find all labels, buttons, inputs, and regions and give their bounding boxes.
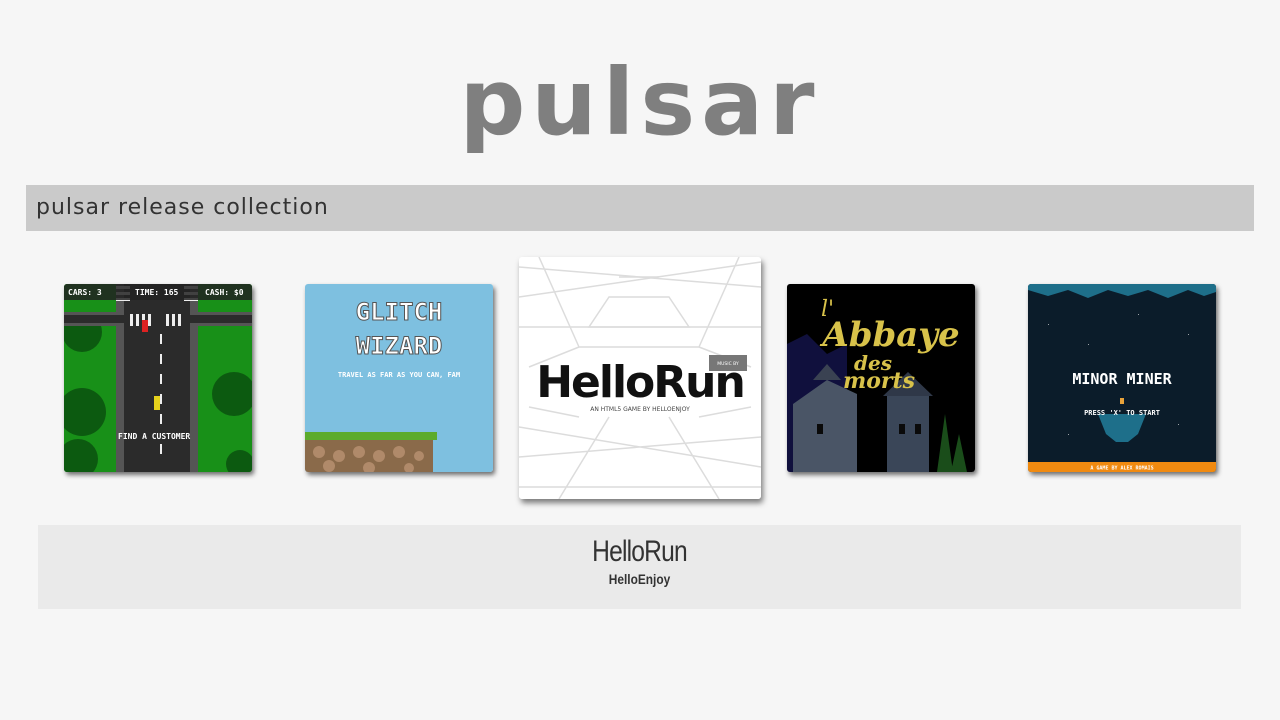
minor-miner-prompt: PRESS 'X' TO START: [1084, 409, 1160, 417]
taxi-game-cover: CARS: 3 TIME: 165 CASH: $0 FIND A CUSTOM…: [64, 284, 252, 472]
game-tile-abbaye[interactable]: l' Abbaye des morts: [787, 284, 975, 472]
collection-title: pulsar release collection: [36, 195, 329, 220]
game-tile-hellorun[interactable]: MUSIC BY HelloRun AN HTML5 GAME BY HELLO…: [519, 257, 761, 499]
glitch-title-line2: WIZARD: [356, 332, 443, 360]
game-tile-taxi[interactable]: CARS: 3 TIME: 165 CASH: $0 FIND A CUSTOM…: [64, 284, 252, 472]
selected-game-title: HelloRun: [592, 535, 687, 568]
pulsar-logo: pulsar: [459, 49, 821, 156]
abbaye-title-line1: Abbaye: [819, 315, 959, 355]
game-tile-minor-miner[interactable]: MINOR MINER PRESS 'X' TO START A GAME BY…: [1028, 284, 1216, 472]
hellorun-subtitle: AN HTML5 GAME BY HELLOENJOY: [590, 406, 690, 413]
taxi-hud-cars: CARS: 3: [68, 288, 102, 297]
glitch-wizard-cover: GLITCH WIZARD TRAVEL AS FAR AS YOU CAN, …: [305, 284, 493, 472]
collection-header: pulsar release collection: [26, 185, 1254, 231]
game-carousel: CARS: 3 TIME: 165 CASH: $0 FIND A CUSTOM…: [0, 250, 1280, 510]
hellorun-logo-text: HelloRun: [536, 357, 744, 408]
glitch-title-line1: GLITCH: [356, 298, 443, 326]
glitch-tagline: TRAVEL AS FAR AS YOU CAN, FAM: [338, 371, 460, 379]
minor-miner-cover: MINOR MINER PRESS 'X' TO START A GAME BY…: [1028, 284, 1216, 472]
minor-miner-footer: A GAME BY ALEX ROMAIS: [1090, 466, 1153, 472]
taxi-caption: FIND A CUSTOMER: [118, 432, 190, 441]
taxi-hud-time: TIME: 165: [135, 288, 179, 297]
minor-miner-title: MINOR MINER: [1072, 370, 1172, 388]
game-tile-glitch-wizard[interactable]: GLITCH WIZARD TRAVEL AS FAR AS YOU CAN, …: [305, 284, 493, 472]
selected-game-author: HelloEnjoy: [608, 571, 671, 587]
abbaye-title-line3: morts: [843, 368, 915, 394]
taxi-hud-cash: CASH: $0: [205, 288, 244, 297]
hellorun-cover: MUSIC BY HelloRun AN HTML5 GAME BY HELLO…: [519, 257, 761, 499]
abbaye-cover: l' Abbaye des morts: [787, 284, 975, 472]
selected-game-info: HelloRun HelloEnjoy: [38, 525, 1241, 609]
